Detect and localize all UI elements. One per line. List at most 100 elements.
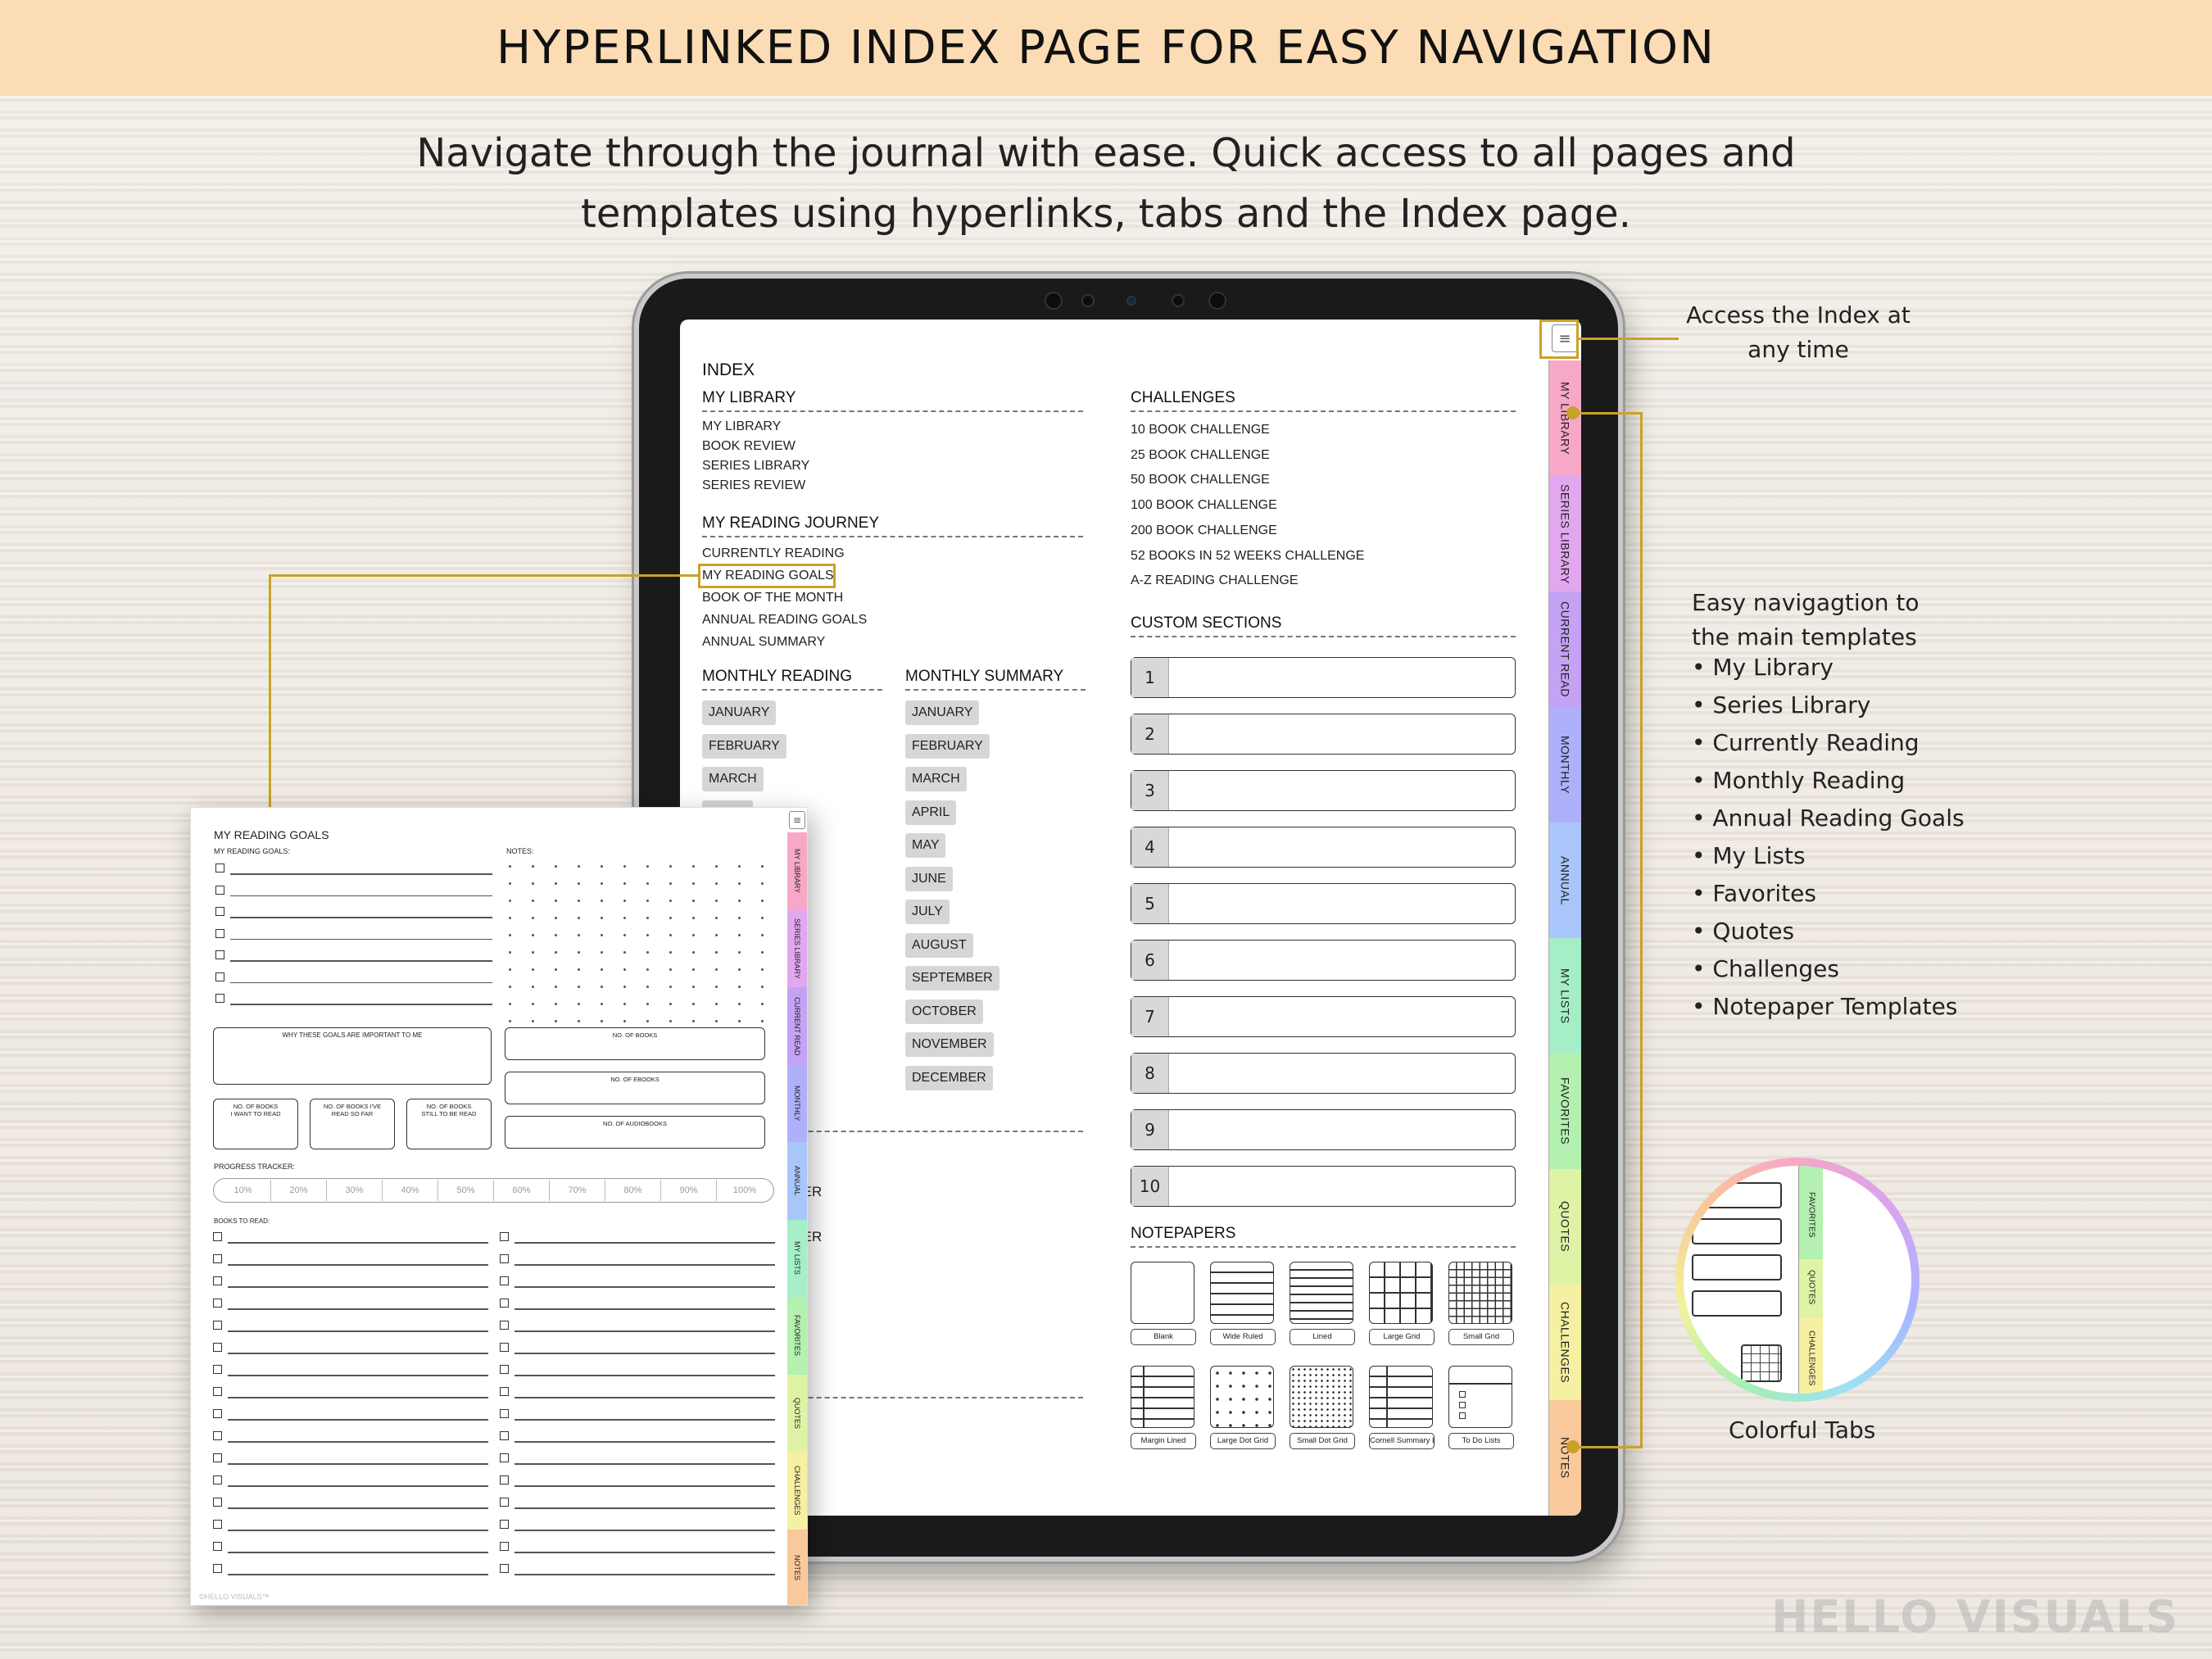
page-tab[interactable]: MY LIBRARY: [787, 832, 807, 910]
book-checkbox[interactable]: [213, 1431, 222, 1440]
book-checkbox[interactable]: [500, 1254, 509, 1263]
index-link[interactable]: 50 BOOK CHALLENGE: [1131, 473, 1270, 487]
book-checkbox[interactable]: [213, 1520, 222, 1529]
tab-notes[interactable]: NOTES: [1548, 1400, 1581, 1516]
month-button[interactable]: SEPTEMBER: [905, 966, 999, 990]
month-button[interactable]: JUNE: [905, 866, 953, 891]
index-link[interactable]: BOOK OF THE MONTH: [702, 591, 843, 605]
goal-checkbox[interactable]: [215, 928, 224, 938]
notepaper-template[interactable]: Large Grid: [1369, 1262, 1435, 1345]
month-button[interactable]: FEBRUARY: [905, 733, 990, 759]
book-checkbox[interactable]: [213, 1365, 222, 1374]
book-checkbox[interactable]: [213, 1321, 222, 1330]
custom-section-field[interactable]: 10: [1131, 1166, 1516, 1207]
custom-section-field[interactable]: 2: [1131, 714, 1516, 755]
index-link[interactable]: 10 BOOK CHALLENGE: [1131, 423, 1270, 437]
index-link[interactable]: 25 BOOK CHALLENGE: [1131, 448, 1270, 463]
custom-section-field[interactable]: 6: [1131, 940, 1516, 981]
book-checkbox[interactable]: [213, 1299, 222, 1308]
page-tab[interactable]: CHALLENGES: [787, 1452, 807, 1530]
book-checkbox[interactable]: [500, 1409, 509, 1418]
notepaper-template[interactable]: Wide Ruled: [1210, 1262, 1276, 1345]
book-checkbox[interactable]: [500, 1498, 509, 1507]
tab-monthly[interactable]: MONTHLY: [1548, 707, 1581, 823]
book-checkbox[interactable]: [213, 1498, 222, 1507]
book-checkbox[interactable]: [213, 1542, 222, 1551]
page-tab[interactable]: CURRENT READ: [787, 987, 807, 1065]
notepaper-template[interactable]: Lined: [1290, 1262, 1355, 1345]
index-link[interactable]: SERIES REVIEW: [702, 478, 805, 493]
notepaper-template[interactable]: Blank: [1131, 1262, 1196, 1345]
index-link[interactable]: 200 BOOK CHALLENGE: [1131, 524, 1277, 538]
index-link[interactable]: ANNUAL READING GOALS: [702, 613, 867, 628]
book-checkbox[interactable]: [213, 1276, 222, 1285]
month-button[interactable]: OCTOBER: [905, 999, 983, 1024]
page-tab[interactable]: SERIES LIBRARY: [787, 909, 807, 987]
month-button[interactable]: JANUARY: [702, 700, 777, 725]
book-checkbox[interactable]: [500, 1520, 509, 1529]
custom-section-field[interactable]: 3: [1131, 770, 1516, 811]
book-checkbox[interactable]: [213, 1254, 222, 1263]
progress-step[interactable]: 50%: [438, 1180, 494, 1201]
book-checkbox[interactable]: [500, 1365, 509, 1374]
progress-step[interactable]: 80%: [605, 1180, 661, 1201]
index-link[interactable]: 52 BOOKS IN 52 WEEKS CHALLENGE: [1131, 549, 1364, 564]
book-checkbox[interactable]: [500, 1564, 509, 1573]
goal-checkbox[interactable]: [215, 907, 224, 916]
month-button[interactable]: APRIL: [905, 800, 957, 825]
custom-section-field[interactable]: 9: [1131, 1109, 1516, 1150]
book-count-box[interactable]: NO. OF BOOKS STILL TO BE READ: [406, 1099, 492, 1149]
index-link[interactable]: MY LIBRARY: [702, 419, 781, 434]
book-checkbox[interactable]: [213, 1343, 222, 1352]
month-button[interactable]: FEBRUARY: [702, 733, 786, 759]
custom-section-field[interactable]: 7: [1131, 996, 1516, 1037]
progress-step[interactable]: 30%: [327, 1180, 383, 1201]
tab-favorites[interactable]: FAVORITES: [1548, 1054, 1581, 1169]
progress-step[interactable]: 40%: [383, 1180, 438, 1201]
page-tab[interactable]: NOTES: [787, 1529, 807, 1605]
goal-checkbox[interactable]: [215, 863, 224, 873]
month-button[interactable]: MARCH: [905, 767, 967, 791]
book-count-box[interactable]: NO. OF BOOKS I WANT TO READ: [213, 1099, 298, 1149]
book-checkbox[interactable]: [213, 1564, 222, 1573]
book-checkbox[interactable]: [500, 1475, 509, 1484]
tab-challenges[interactable]: CHALLENGES: [1548, 1285, 1581, 1400]
month-button[interactable]: JANUARY: [905, 700, 980, 725]
page-tab[interactable]: QUOTES: [787, 1374, 807, 1452]
goal-checkbox[interactable]: [215, 950, 224, 959]
book-checkbox[interactable]: [213, 1475, 222, 1484]
index-link[interactable]: SERIES LIBRARY: [702, 459, 809, 474]
book-checkbox[interactable]: [500, 1431, 509, 1440]
notepaper-template[interactable]: To Do Lists: [1448, 1366, 1514, 1449]
index-link[interactable]: 100 BOOK CHALLENGE: [1131, 498, 1277, 513]
goal-checkbox[interactable]: [215, 972, 224, 981]
tab-current-read[interactable]: CURRENT READ: [1548, 592, 1581, 707]
notepaper-template[interactable]: Cornell Summary Lined: [1369, 1366, 1435, 1449]
book-checkbox[interactable]: [500, 1232, 509, 1241]
notepaper-template[interactable]: Small Grid: [1448, 1262, 1514, 1345]
progress-step[interactable]: 10%: [215, 1180, 271, 1201]
notepaper-template[interactable]: Small Dot Grid: [1290, 1366, 1355, 1449]
book-checkbox[interactable]: [500, 1276, 509, 1285]
custom-section-field[interactable]: 1: [1131, 657, 1516, 698]
progress-step[interactable]: 100%: [717, 1180, 773, 1201]
book-checkbox[interactable]: [213, 1232, 222, 1241]
book-checkbox[interactable]: [213, 1409, 222, 1418]
tab-my-lists[interactable]: MY LISTS: [1548, 938, 1581, 1054]
page-tab[interactable]: MONTHLY: [787, 1064, 807, 1142]
progress-step[interactable]: 70%: [550, 1180, 605, 1201]
index-link[interactable]: ANNUAL SUMMARY: [702, 635, 825, 650]
tab-annual[interactable]: ANNUAL: [1548, 823, 1581, 938]
page-tab[interactable]: ANNUAL: [787, 1142, 807, 1220]
month-button[interactable]: JULY: [905, 900, 950, 924]
goal-checkbox[interactable]: [215, 994, 224, 1003]
month-button[interactable]: MAY: [905, 833, 946, 858]
notepaper-template[interactable]: Large Dot Grid: [1210, 1366, 1276, 1449]
book-checkbox[interactable]: [500, 1343, 509, 1352]
book-checkbox[interactable]: [500, 1387, 509, 1396]
page-tab[interactable]: FAVORITES: [787, 1297, 807, 1375]
month-button[interactable]: MARCH: [702, 767, 764, 791]
menu-icon[interactable]: ≡: [789, 811, 805, 829]
book-checkbox[interactable]: [500, 1453, 509, 1462]
index-link[interactable]: BOOK REVIEW: [702, 439, 796, 454]
